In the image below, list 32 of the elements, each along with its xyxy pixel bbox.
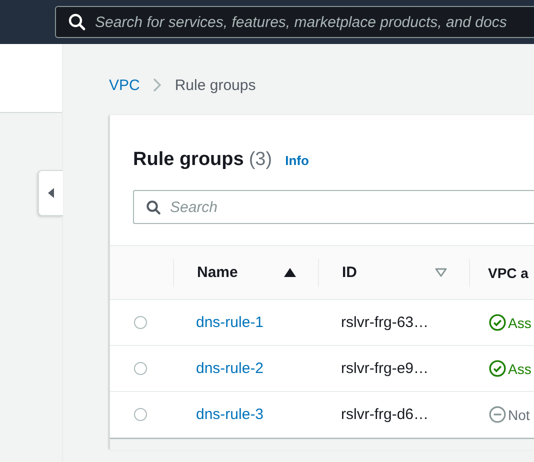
- item-count: (3): [248, 149, 272, 171]
- collapse-tab[interactable]: [38, 170, 63, 216]
- check-circle-icon: [489, 314, 506, 331]
- radio-button[interactable]: [134, 316, 147, 329]
- search-field[interactable]: Search for services, features, marketplace products, and docs: [55, 6, 534, 38]
- info-link[interactable]: Info: [285, 153, 309, 168]
- breadcrumb-link[interactable]: VPC: [109, 76, 140, 94]
- minus-circle-icon: [489, 406, 506, 423]
- column-header[interactable]: Name: [173, 246, 318, 300]
- column-header[interactable]: ID: [318, 246, 469, 300]
- rule-group-link[interactable]: dns-rule-2: [196, 360, 264, 377]
- search-field[interactable]: Search: [133, 190, 534, 224]
- navigation-panel: [0, 44, 62, 113]
- search-icon: [68, 13, 86, 31]
- column-header[interactable]: VPC a: [469, 246, 534, 300]
- radio-button[interactable]: [134, 362, 147, 375]
- search-icon: [146, 200, 161, 214]
- radio-button[interactable]: [134, 408, 147, 421]
- panel-title: Rule groups: [133, 149, 244, 171]
- table-cell: rslvr-frg-63…: [341, 314, 429, 331]
- check-circle-icon: [489, 360, 506, 377]
- breadcrumb-current: Rule groups: [174, 76, 256, 94]
- status-text: Ass: [508, 360, 532, 376]
- rule-group-link[interactable]: dns-rule-1: [196, 314, 264, 331]
- caret-icon: [48, 188, 54, 198]
- status-text: Ass: [508, 314, 532, 330]
- chevron-icon: [152, 78, 162, 92]
- rule-group-link[interactable]: dns-rule-3: [196, 406, 264, 423]
- table-cell: rslvr-frg-d6…: [341, 406, 429, 423]
- table-cell: rslvr-frg-e9…: [341, 360, 429, 377]
- horizontal-scrollbar[interactable]: [110, 438, 534, 450]
- status-text: Not: [508, 406, 530, 422]
